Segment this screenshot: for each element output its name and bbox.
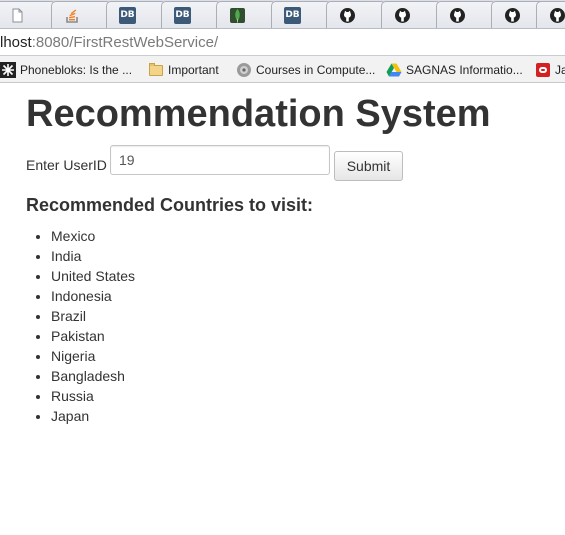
country-item: Japan: [51, 406, 135, 426]
blank-page-icon: [12, 8, 23, 23]
browser-tab-strip: DB DB DB: [0, 0, 565, 28]
bookmark-folder-important[interactable]: Important: [148, 62, 219, 78]
bookmark-sagnas[interactable]: SAGNAS Informatio...: [386, 62, 523, 78]
bookmark-oracle[interactable]: Ja: [535, 62, 565, 78]
country-item: Pakistan: [51, 326, 135, 346]
github-icon: [550, 8, 565, 23]
google-drive-icon: [386, 63, 402, 77]
github-icon: [340, 8, 355, 23]
bookmarks-bar: Phonebloks: Is the ... Important Courses…: [0, 56, 565, 83]
bookmark-label: SAGNAS Informatio...: [406, 63, 523, 77]
bookmark-label: Important: [168, 63, 219, 77]
courses-disc-icon: [237, 63, 251, 77]
stackoverflow-icon: [66, 9, 78, 23]
address-bar[interactable]: lhost:8080/FirstRestWebService/: [0, 28, 565, 56]
mongodb-leaf-icon: [230, 8, 245, 23]
browser-tab[interactable]: DB: [106, 1, 166, 28]
country-item: Brazil: [51, 306, 135, 326]
country-item: Mexico: [51, 226, 135, 246]
url-text[interactable]: lhost:8080/FirstRestWebService/: [0, 34, 218, 51]
country-item: United States: [51, 266, 135, 286]
country-item: Bangladesh: [51, 366, 135, 386]
userid-form: Enter UserID Submit: [26, 145, 426, 181]
browser-tab[interactable]: [51, 1, 111, 28]
oracle-icon: [535, 62, 551, 78]
userid-label: Enter UserID: [26, 157, 107, 173]
results-heading: Recommended Countries to visit:: [26, 195, 314, 215]
country-list: Mexico India United States Indonesia Bra…: [26, 226, 135, 426]
bookmark-courses[interactable]: Courses in Compute...: [236, 62, 375, 78]
github-icon: [450, 8, 465, 23]
browser-tab[interactable]: DB: [271, 1, 331, 28]
page-title: Recommendation System: [26, 93, 491, 135]
browser-tab[interactable]: [436, 1, 496, 28]
github-icon: [505, 8, 520, 23]
db-icon: DB: [119, 7, 136, 24]
bookmark-phonebloks[interactable]: Phonebloks: Is the ...: [0, 62, 132, 78]
db-icon: DB: [174, 7, 191, 24]
country-item: Russia: [51, 386, 135, 406]
browser-tab[interactable]: [326, 1, 386, 28]
browser-tab[interactable]: [0, 1, 56, 28]
browser-tab[interactable]: [381, 1, 441, 28]
url-path: :8080/FirstRestWebService/: [31, 34, 219, 51]
userid-input[interactable]: [110, 145, 330, 175]
phonebloks-icon: [0, 62, 16, 78]
country-item: Indonesia: [51, 286, 135, 306]
country-item: Nigeria: [51, 346, 135, 366]
folder-icon: [148, 62, 164, 78]
bookmark-label: Courses in Compute...: [256, 63, 376, 77]
github-icon: [395, 8, 410, 23]
db-icon: DB: [284, 7, 301, 24]
browser-tab[interactable]: [536, 1, 565, 28]
url-host: lhost: [0, 34, 32, 51]
browser-tab[interactable]: DB: [161, 1, 221, 28]
submit-button[interactable]: Submit: [334, 151, 403, 181]
browser-tab[interactable]: [216, 1, 276, 28]
bookmark-label: Ja: [555, 63, 565, 77]
bookmark-label: Phonebloks: Is the ...: [20, 63, 133, 77]
country-item: India: [51, 246, 135, 266]
page-content: Recommendation System Enter UserID Submi…: [26, 92, 491, 424]
